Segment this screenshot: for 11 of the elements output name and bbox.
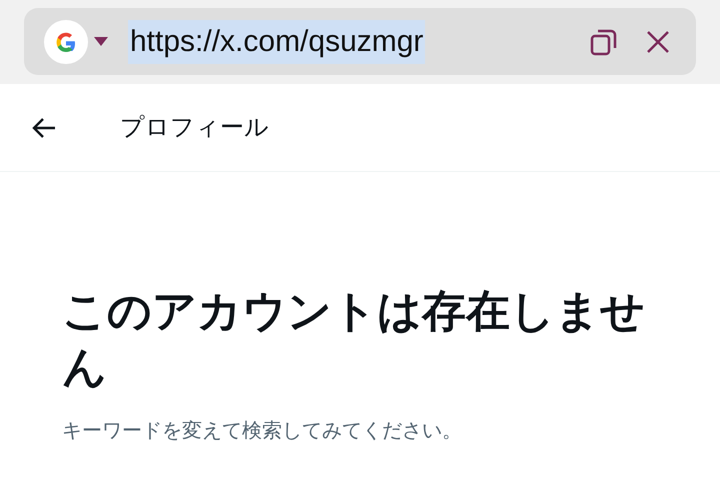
url-field[interactable]: https://x.com/qsuzmgr [128,20,426,64]
address-bar[interactable]: https://x.com/qsuzmgr [24,8,696,75]
tabs-icon[interactable] [590,28,618,56]
message-body: キーワードを変えて検索してみてください。 [62,419,463,444]
page-title: プロフィール [120,112,269,142]
message-title: このアカウントは存在しません [62,286,646,394]
google-icon [44,20,88,64]
close-icon[interactable] [646,30,670,54]
google-menu-button[interactable] [44,20,108,64]
caret-icon [94,36,108,46]
back-arrow-icon[interactable] [32,116,56,138]
